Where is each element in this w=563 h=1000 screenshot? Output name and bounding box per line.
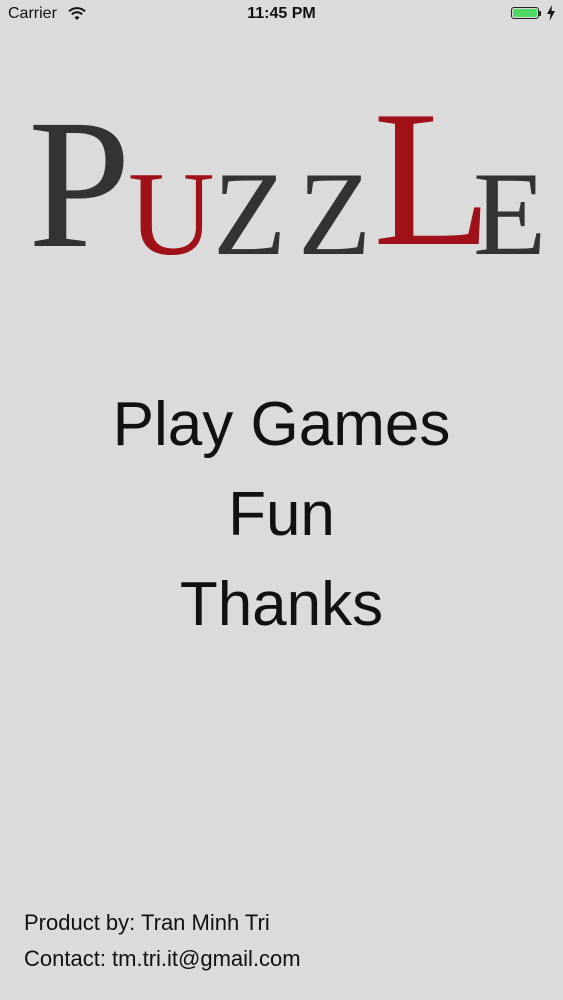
logo-letter: Z xyxy=(298,147,372,280)
logo-letter: U xyxy=(128,147,215,280)
play-games-label[interactable]: Play Games xyxy=(0,380,563,470)
status-bar: Carrier 11:45 PM xyxy=(0,0,563,30)
logo-letter: E xyxy=(473,147,547,280)
status-time: 11:45 PM xyxy=(247,5,316,22)
battery-fill xyxy=(513,9,537,17)
contact-email: Contact: tm.tri.it@gmail.com xyxy=(24,946,301,971)
fun-label[interactable]: Fun xyxy=(0,470,563,560)
logo-letter: P xyxy=(28,82,131,287)
puzzle-logo: P U Z Z L E xyxy=(28,82,548,278)
thanks-label[interactable]: Thanks xyxy=(0,560,563,650)
charging-bolt-icon xyxy=(547,5,555,21)
product-credit: Product by: Tran Minh Tri xyxy=(24,910,270,935)
footer: Product by: Tran Minh Tri Contact: tm.tr… xyxy=(24,905,301,977)
logo-letter: Z xyxy=(213,147,287,280)
menu-text-block: Play Games Fun Thanks xyxy=(0,380,563,650)
battery-icon xyxy=(511,7,541,21)
